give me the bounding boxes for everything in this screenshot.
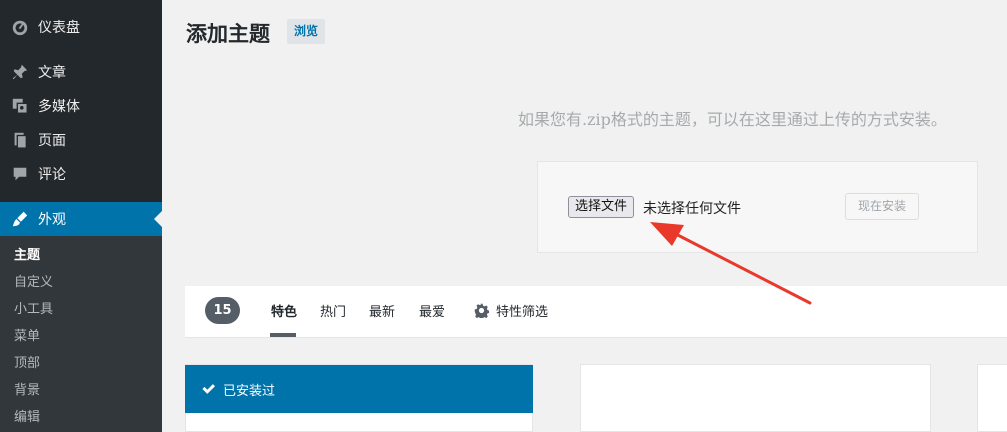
sidebar-item-label: 页面 <box>38 133 66 149</box>
sidebar-item-label: 外观 <box>38 212 66 228</box>
sidebar-item-label: 评论 <box>38 167 66 183</box>
feature-filter-link[interactable]: 特性筛选 <box>474 301 548 320</box>
choose-file-button[interactable]: 选择文件 <box>568 196 635 218</box>
sidebar-item-posts[interactable]: 文章 <box>0 55 162 89</box>
tab-popular[interactable]: 热门 <box>320 301 346 320</box>
appearance-icon <box>10 209 30 229</box>
admin-sidebar: 仪表盘 文章 多媒体 页面 评论 外观 主题 自定义 小工具 菜单 顶部 背景 … <box>0 0 162 432</box>
no-file-chosen-text: 未选择任何文件 <box>643 201 741 217</box>
submenu-menus[interactable]: 菜单 <box>14 326 40 348</box>
media-icon <box>10 96 30 116</box>
comment-icon <box>10 164 30 184</box>
tab-latest[interactable]: 最新 <box>369 301 395 320</box>
submenu-themes[interactable]: 主题 <box>14 245 40 267</box>
dashboard-icon <box>10 17 30 37</box>
sidebar-item-pages[interactable]: 页面 <box>0 123 162 157</box>
sidebar-item-label: 多媒体 <box>38 99 80 115</box>
sidebar-item-appearance[interactable]: 外观 <box>0 202 162 236</box>
submenu-editor[interactable]: 编辑 <box>14 407 40 429</box>
page-icon <box>10 130 30 150</box>
submenu-customize[interactable]: 自定义 <box>14 272 53 294</box>
active-tab-indicator <box>270 333 296 337</box>
gear-icon <box>474 303 490 319</box>
theme-card[interactable] <box>580 364 931 432</box>
theme-count-badge: 15 <box>205 297 240 324</box>
installed-banner: 已安装过 <box>185 365 533 413</box>
sidebar-item-dashboard[interactable]: 仪表盘 <box>0 10 162 44</box>
page-title: 添加主题 <box>186 22 270 46</box>
tab-featured[interactable]: 特色 <box>271 301 297 320</box>
install-now-button[interactable]: 现在安装 <box>845 193 919 220</box>
browse-button[interactable]: 浏览 <box>287 19 326 44</box>
appearance-submenu: 主题 自定义 小工具 菜单 顶部 背景 编辑 <box>0 236 162 432</box>
theme-filter-bar <box>185 286 1007 338</box>
sidebar-item-label: 文章 <box>38 65 66 81</box>
pin-icon <box>10 62 30 82</box>
theme-card[interactable] <box>977 364 1007 432</box>
sidebar-item-media[interactable]: 多媒体 <box>0 89 162 123</box>
sidebar-item-comments[interactable]: 评论 <box>0 157 162 191</box>
checkmark-icon <box>201 382 215 396</box>
feature-filter-label: 特性筛选 <box>496 305 549 320</box>
submenu-background[interactable]: 背景 <box>14 380 40 402</box>
submenu-widgets[interactable]: 小工具 <box>14 299 53 321</box>
tab-favorites[interactable]: 最爱 <box>419 301 445 320</box>
sidebar-item-label: 仪表盘 <box>38 20 80 36</box>
submenu-header[interactable]: 顶部 <box>14 353 40 375</box>
upload-description: 如果您有.zip格式的主题，可以在这里通过上传的方式安装。 <box>518 110 947 129</box>
installed-label: 已安装过 <box>223 383 276 399</box>
